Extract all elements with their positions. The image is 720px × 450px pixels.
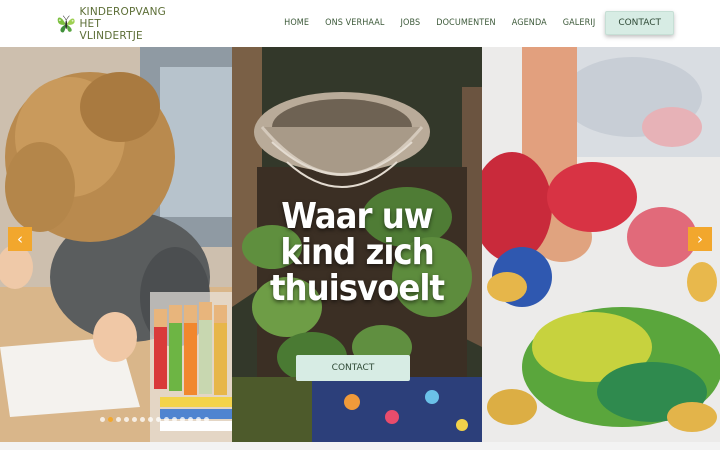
slider-dot[interactable]: [188, 417, 193, 422]
site-header: KINDEROPVANG HET VLINDERTJE HOME ONS VER…: [0, 0, 720, 47]
chevron-left-icon: ‹: [17, 229, 23, 248]
nav-documenten[interactable]: DOCUMENTEN: [428, 18, 503, 28]
logo[interactable]: KINDEROPVANG HET VLINDERTJE: [56, 6, 166, 42]
slider-dot[interactable]: [196, 417, 201, 422]
hero-title-line-1: Waar uw: [281, 196, 433, 237]
chevron-right-icon: ›: [697, 229, 703, 248]
slider-dot[interactable]: [180, 417, 185, 422]
brand-line-1: KINDEROPVANG: [79, 6, 166, 18]
photo-child-drawing-image: [0, 47, 232, 442]
butterfly-icon: [57, 15, 75, 33]
nav-ons-verhaal[interactable]: ONS VERHAAL: [317, 18, 392, 28]
slider-dot[interactable]: [164, 417, 169, 422]
photo-painting-image: [482, 47, 720, 442]
brand-line-2: HET VLINDERTJE: [79, 18, 143, 42]
hero-title-line-2: kind zich: [280, 232, 434, 273]
slider-dot[interactable]: [140, 417, 145, 422]
main-nav: HOME ONS VERHAAL JOBS DOCUMENTEN AGENDA …: [276, 10, 674, 36]
slider-dot[interactable]: [124, 417, 129, 422]
nav-home[interactable]: HOME: [276, 18, 317, 28]
nav-agenda[interactable]: AGENDA: [504, 18, 555, 28]
slider-next-button[interactable]: ›: [688, 227, 712, 251]
slider-dot[interactable]: [100, 417, 105, 422]
hero-photo-child-drawing: [0, 47, 232, 442]
slider-dot[interactable]: [204, 417, 209, 422]
slider-dot[interactable]: [108, 417, 113, 422]
nav-jobs[interactable]: JOBS: [393, 18, 429, 28]
hero-contact-button[interactable]: CONTACT: [296, 355, 410, 381]
slider-dot[interactable]: [148, 417, 153, 422]
slider-dot[interactable]: [172, 417, 177, 422]
brand-name: KINDEROPVANG HET VLINDERTJE: [79, 6, 166, 42]
nav-contact-button[interactable]: CONTACT: [605, 11, 674, 35]
hero-photo-painting: [482, 47, 720, 442]
slider-dot[interactable]: [116, 417, 121, 422]
nav-galerij[interactable]: GALERIJ: [555, 18, 604, 28]
slider-prev-button[interactable]: ‹: [8, 227, 32, 251]
slider-dot[interactable]: [156, 417, 161, 422]
slider-dot[interactable]: [132, 417, 137, 422]
hero-title-line-3: thuisvoelt: [270, 268, 445, 309]
hero-title: Waar uw kind zich thuisvoelt: [232, 199, 482, 307]
hero-slider: Waar uw kind zich thuisvoelt CONTACT ‹ ›: [0, 47, 720, 442]
page-bottom-strip: [0, 442, 720, 450]
slider-pagination: [100, 417, 209, 422]
